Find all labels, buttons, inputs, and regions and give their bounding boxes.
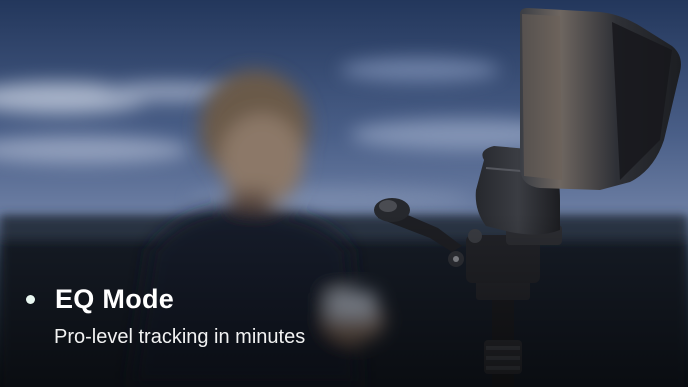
mode-subtitle: Pro-level tracking in minutes [54, 326, 306, 348]
bullet-dot-icon [26, 294, 35, 304]
feature-bullet-row: EQ Mode [22, 282, 442, 316]
product-scene: EQ Mode Pro-level tracking in minutes [0, 0, 688, 387]
feature-caption: EQ Mode Pro-level tracking in minutes [22, 282, 442, 349]
mode-title: EQ Mode [55, 283, 175, 314]
